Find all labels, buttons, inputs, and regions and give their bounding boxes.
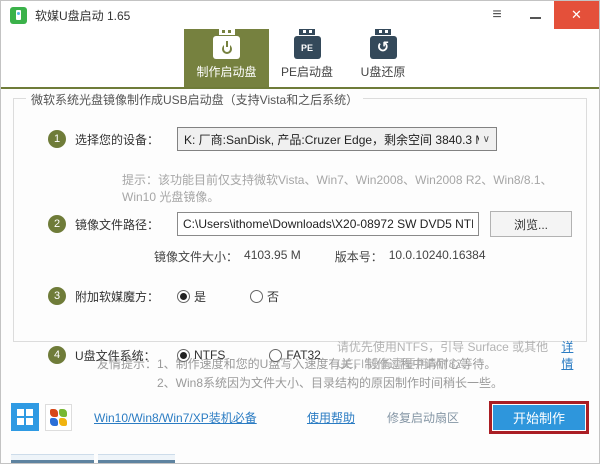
device-select[interactable]: K: 厂商:SanDisk, 产品:Cruzer Edge，剩余空间 3840.…	[177, 127, 497, 151]
step2-row: 2 镜像文件路径： 浏览...	[48, 211, 576, 237]
app-window: 软媒U盘启动 1.65 ≡ ✕ 制作启动盘 PE PE启动盘 ↺ U盘还原 微软…	[0, 0, 600, 464]
device-select-value: K: 厂商:SanDisk, 产品:Cruzer Edge，剩余空间 3840.…	[184, 132, 479, 147]
tab-label: U盘还原	[360, 65, 406, 79]
browse-button[interactable]: 浏览...	[490, 211, 572, 237]
windows-xp-logo-icon[interactable]	[45, 403, 72, 431]
main-form-group: 微软系统光盘镜像制作成USB启动盘（支持Vista和之后系统） 1 选择您的设备…	[13, 91, 587, 371]
details-link[interactable]: 详情	[561, 338, 576, 372]
attach-mofang-yes-radio[interactable]: 是	[177, 288, 206, 305]
step2-number-badge: 2	[48, 215, 66, 233]
filesystem-fat32-radio[interactable]: FAT32	[269, 348, 321, 362]
window-title: 软媒U盘启动 1.65	[35, 8, 131, 23]
usb-restore-icon: ↺	[369, 27, 397, 59]
image-size-label: 镜像文件大小：	[154, 250, 239, 264]
step4-number-badge: 4	[48, 346, 66, 364]
footer-bar: Win10/Win8/Win7/XP装机必备 使用帮助 修复启动扇区 开始制作	[1, 398, 599, 436]
step2-label: 镜像文件路径：	[75, 217, 160, 232]
form-legend: 微软系统光盘镜像制作成USB启动盘（支持Vista和之后系统）	[26, 91, 364, 108]
image-size-value: 4103.95 M	[244, 248, 301, 262]
step4-row: 4 U盘文件系统： NTFS FAT32 请优先使用NTFS，引导 Surfac…	[48, 338, 576, 372]
usb-pe-icon: PE	[293, 27, 321, 59]
title-bar: 软媒U盘启动 1.65 ≡ ✕	[1, 1, 599, 29]
attach-mofang-no-radio[interactable]: 否	[250, 288, 279, 305]
radio-label: 是	[194, 289, 207, 304]
pe-badge: PE	[300, 42, 313, 53]
step3-label: 附加软媒魔方：	[75, 289, 160, 304]
background-window-stub	[11, 454, 94, 463]
tab-label: PE启动盘	[280, 65, 333, 79]
background-window-stub	[98, 454, 175, 463]
usb-power-icon	[213, 27, 240, 59]
step1-label: 选择您的设备：	[75, 132, 160, 147]
step1-row: 1 选择您的设备： K: 厂商:SanDisk, 产品:Cruzer Edge，…	[48, 127, 576, 151]
radio-checked-icon	[177, 289, 190, 303]
windows8-logo-icon[interactable]	[11, 403, 39, 431]
image-info-row: 镜像文件大小： 4103.95 M 版本号： 10.0.10240.16384	[154, 248, 576, 265]
close-button[interactable]: ✕	[554, 1, 599, 29]
radio-label: NTFS	[194, 348, 226, 362]
chevron-down-icon: ∨	[482, 133, 490, 145]
step4-label: U盘文件系统：	[75, 348, 156, 363]
tab-usb-restore[interactable]: ↺ U盘还原	[345, 27, 421, 87]
essentials-link[interactable]: Win10/Win8/Win7/XP装机必备	[94, 409, 257, 426]
supported-systems-hint: 提示：该功能目前仅支持微软Vista、Win7、Win2008、Win2008 …	[122, 173, 553, 204]
filesystem-note: 请优先使用NTFS，引导 Surface 或其他 UEFI 设备需要用FAT32…	[336, 340, 549, 371]
menu-icon[interactable]: ≡	[478, 1, 516, 29]
tab-strip: 制作启动盘 PE PE启动盘 ↺ U盘还原	[1, 27, 599, 89]
step3-number-badge: 3	[48, 287, 66, 305]
repair-boot-sector-link[interactable]: 修复启动扇区	[387, 409, 459, 426]
radio-label: 否	[267, 289, 280, 304]
radio-label: FAT32	[286, 348, 321, 362]
tip-line-2: 2、Win8系统因为文件大小、目录结构的原因制作时间稍长一些。	[157, 376, 504, 390]
filesystem-ntfs-radio[interactable]: NTFS	[177, 348, 225, 362]
step3-row: 3 附加软媒魔方： 是 否	[48, 287, 576, 305]
image-path-input[interactable]	[177, 212, 479, 236]
app-logo-icon	[10, 6, 27, 24]
step1-number-badge: 1	[48, 130, 66, 148]
restore-arrow-icon: ↺	[376, 39, 390, 56]
radio-unchecked-icon	[269, 348, 283, 362]
radio-checked-icon	[177, 348, 190, 362]
help-link[interactable]: 使用帮助	[307, 409, 355, 426]
version-value: 10.0.10240.16384	[388, 248, 486, 262]
minimize-button[interactable]	[516, 1, 554, 29]
window-controls: ≡ ✕	[478, 1, 599, 29]
tab-pe-boot-disk[interactable]: PE PE启动盘	[269, 27, 345, 87]
start-create-button[interactable]: 开始制作	[493, 404, 585, 430]
tab-label: 制作启动盘	[196, 65, 257, 79]
radio-unchecked-icon	[250, 289, 264, 303]
start-button-highlight-annotation: 开始制作	[489, 400, 589, 434]
version-label: 版本号：	[334, 250, 383, 264]
power-icon	[221, 43, 232, 54]
tab-make-boot-disk[interactable]: 制作启动盘	[184, 27, 269, 87]
